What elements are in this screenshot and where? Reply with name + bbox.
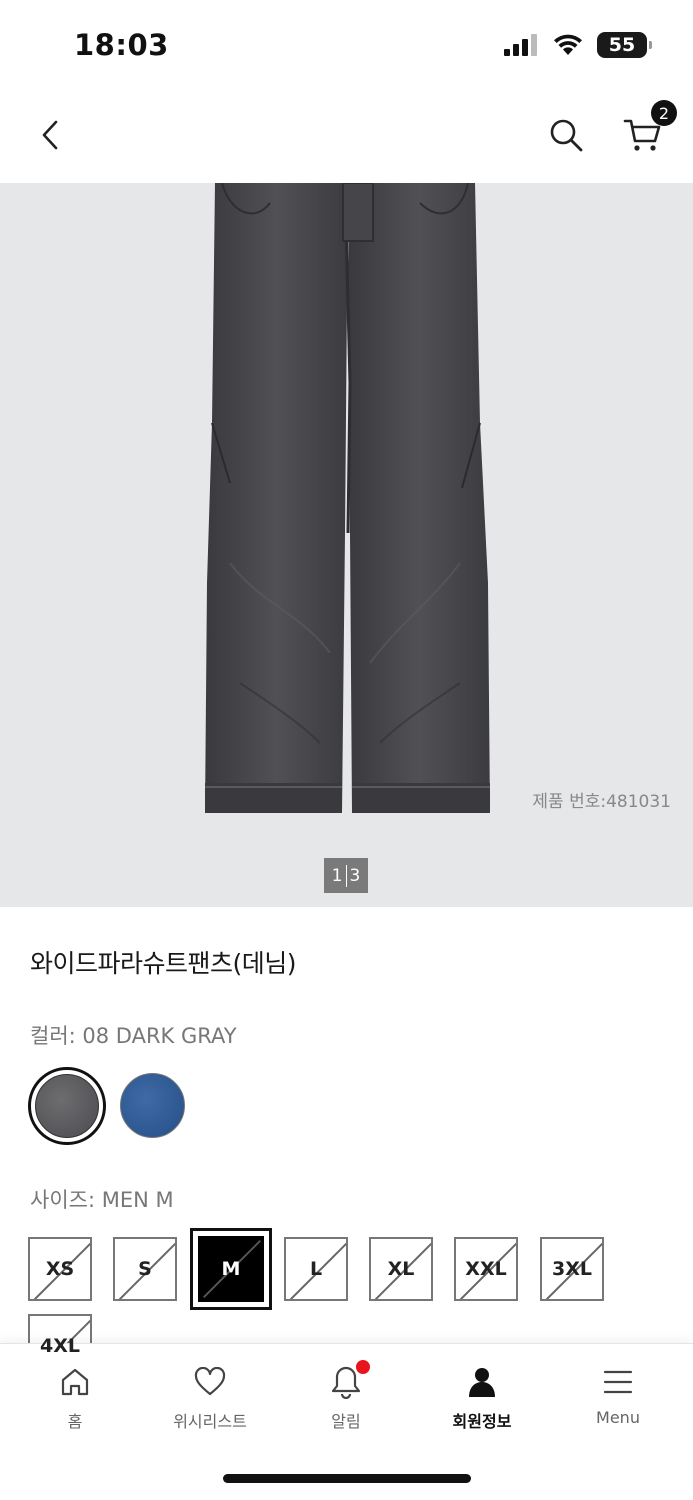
pager-total: 3 [349, 865, 361, 886]
size-option-label: XL [387, 1258, 415, 1280]
chevron-left-icon [42, 120, 58, 150]
pager-divider [345, 864, 347, 887]
product-code: 제품 번호:481031 [532, 792, 671, 812]
size-option-l[interactable]: L [284, 1237, 348, 1301]
size-label: 사이즈: MEN M [30, 1188, 174, 1212]
image-pager: 1 3 [324, 858, 368, 893]
nav-home[interactable]: 홈 [25, 1362, 125, 1432]
status-bar: 18:03 55 [0, 0, 693, 90]
user-icon [467, 1362, 497, 1402]
size-option-label: L [309, 1258, 323, 1280]
color-label: 컬러: 08 DARK GRAY [30, 1024, 237, 1048]
nav-notifications[interactable]: 알림 [296, 1360, 396, 1432]
notification-dot [356, 1360, 370, 1374]
cellular-signal-icon [504, 34, 537, 56]
size-option-s[interactable]: S [113, 1237, 177, 1301]
size-option-label: 3XL [552, 1258, 592, 1280]
nav-label: Menu [596, 1408, 640, 1427]
status-time: 18:03 [74, 28, 169, 62]
nav-member-info[interactable]: 회원정보 [432, 1362, 532, 1432]
color-swatch-blue[interactable] [120, 1073, 185, 1138]
home-icon [60, 1362, 90, 1402]
color-swatch-dark-gray[interactable] [28, 1067, 106, 1145]
app-header: 2 [0, 90, 693, 183]
swatch-fill [35, 1074, 99, 1138]
hamburger-icon [603, 1362, 633, 1402]
nav-wishlist[interactable]: 위시리스트 [160, 1362, 260, 1432]
pager-current: 1 [331, 865, 343, 886]
home-indicator [223, 1474, 471, 1483]
wifi-icon [554, 34, 582, 55]
search-icon [550, 119, 583, 152]
product-image-gallery[interactable]: 제품 번호:481031 1 3 [0, 183, 693, 907]
size-option-label: XXL [465, 1258, 507, 1280]
back-button[interactable] [30, 114, 70, 156]
nav-menu[interactable]: Menu [568, 1362, 668, 1427]
size-option-xxl[interactable]: XXL [454, 1237, 518, 1301]
nav-label: 홈 [67, 1412, 83, 1431]
search-button[interactable] [545, 114, 587, 156]
battery-level: 55 [608, 34, 636, 56]
nav-label: 위시리스트 [173, 1412, 247, 1431]
size-option-label: XS [45, 1258, 75, 1280]
battery-icon: 55 [597, 32, 652, 58]
size-option-xl[interactable]: XL [369, 1237, 433, 1301]
nav-label: 알림 [331, 1412, 361, 1431]
product-title: 와이드파라슈트팬츠(데님) [30, 949, 297, 978]
size-option-label: S [138, 1258, 152, 1280]
cart-count-badge: 2 [651, 100, 677, 126]
size-option-m[interactable]: M [190, 1228, 272, 1310]
status-icons: 55 [503, 32, 652, 58]
size-option-label: 4XL [40, 1335, 80, 1357]
heart-icon [194, 1362, 226, 1402]
nav-label: 회원정보 [452, 1412, 512, 1431]
size-option-3xl[interactable]: 3XL [540, 1237, 604, 1301]
size-option-xs[interactable]: XS [28, 1237, 92, 1301]
size-option-label: M [221, 1258, 241, 1280]
selected-size-fill: M [198, 1236, 264, 1302]
